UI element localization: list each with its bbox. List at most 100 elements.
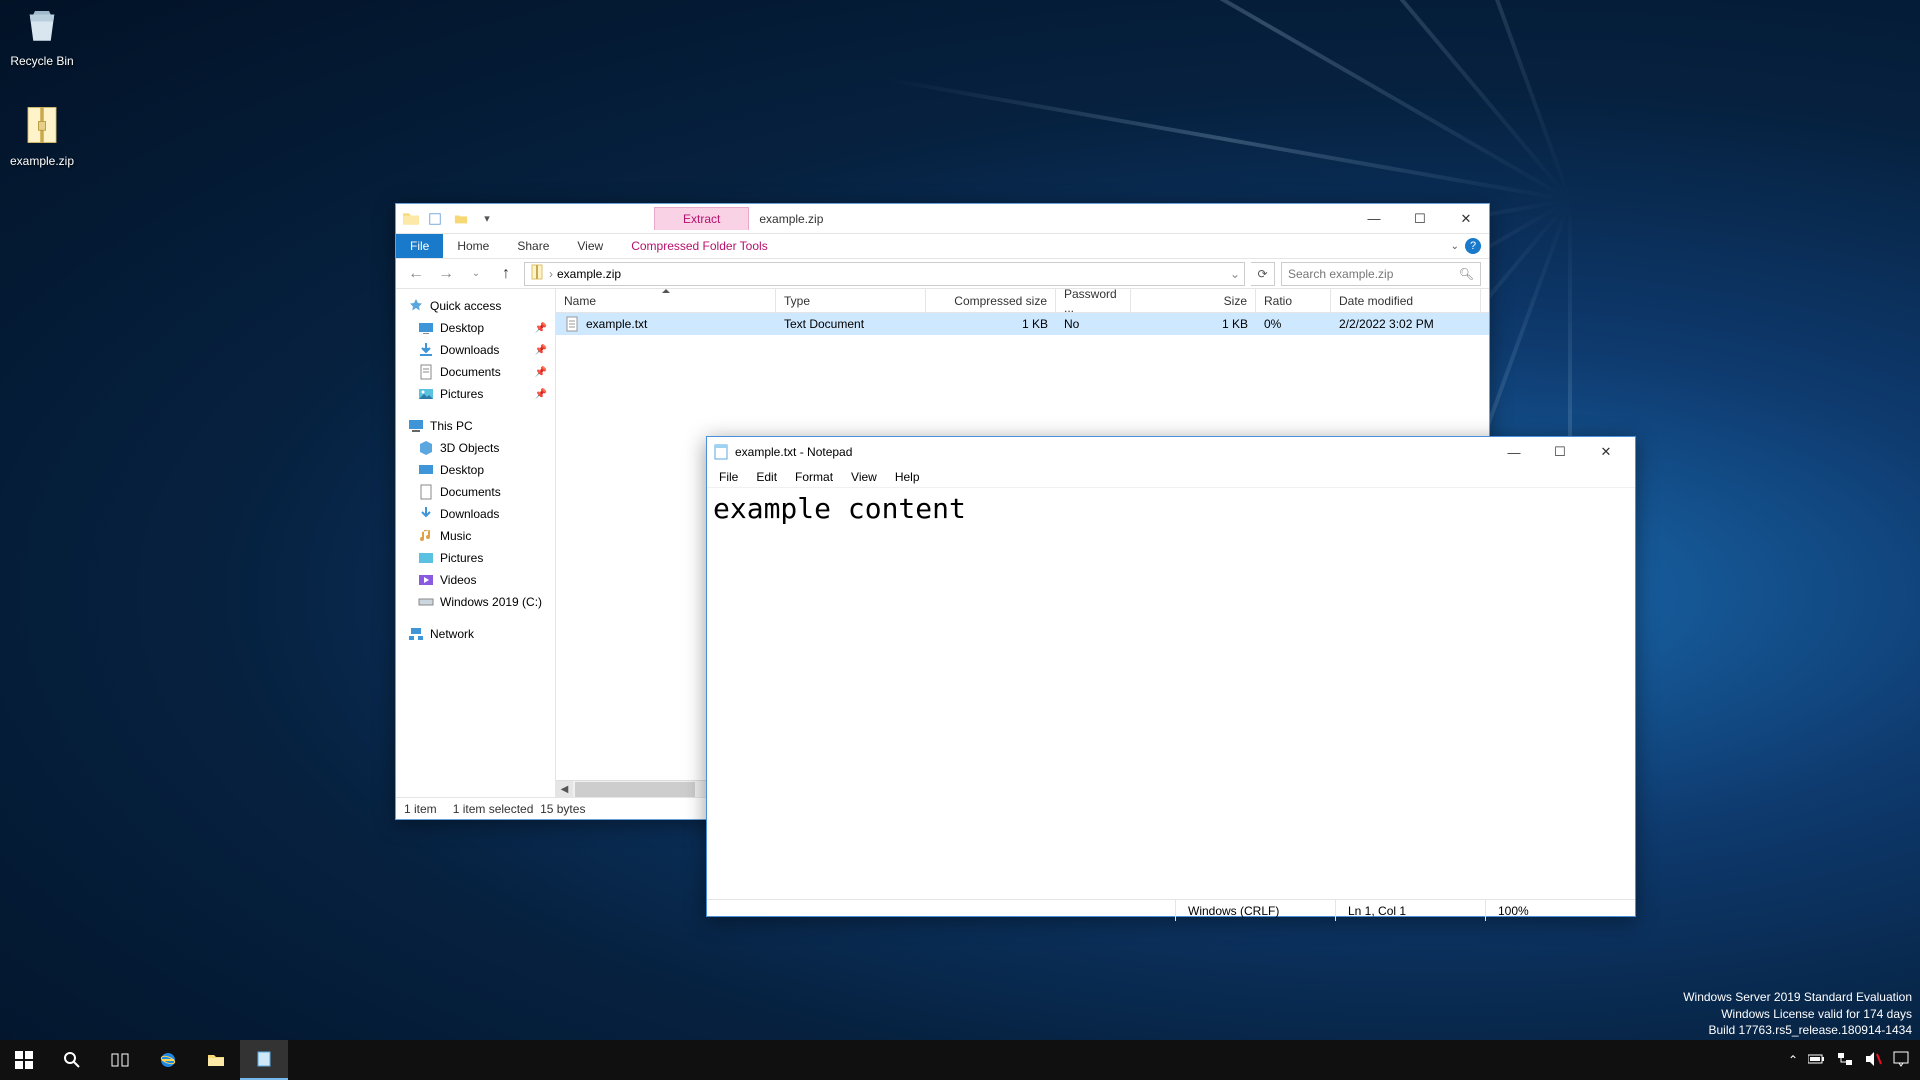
tray-battery-icon[interactable] — [1808, 1050, 1826, 1071]
ribbon-expand-button[interactable]: ⌄ — [1451, 241, 1459, 252]
nav-music[interactable]: Music — [396, 525, 555, 547]
nav-quick-access[interactable]: Quick access — [396, 295, 555, 317]
nav-desktop[interactable]: Desktop📌 — [396, 317, 555, 339]
nav-pictures-pc[interactable]: Pictures — [396, 547, 555, 569]
drive-icon — [418, 594, 434, 610]
ribbon-tab-view[interactable]: View — [563, 234, 617, 258]
music-icon — [418, 528, 434, 544]
qat-new-folder-button[interactable] — [450, 208, 472, 230]
column-header-ratio[interactable]: Ratio — [1256, 289, 1331, 312]
minimize-button[interactable]: ― — [1491, 437, 1537, 467]
help-icon[interactable]: ? — [1465, 238, 1481, 254]
ribbon-tab-compressed-tools[interactable]: Compressed Folder Tools — [617, 234, 782, 258]
menu-help[interactable]: Help — [887, 468, 928, 486]
search-input[interactable]: Search example.zip 🔍︎ — [1281, 262, 1481, 286]
nav-documents[interactable]: Documents📌 — [396, 361, 555, 383]
close-button[interactable]: ✕ — [1443, 204, 1489, 234]
nav-videos[interactable]: Videos — [396, 569, 555, 591]
search-button[interactable] — [48, 1040, 96, 1080]
file-row[interactable]: example.txt Text Document 1 KB No 1 KB 0… — [556, 313, 1489, 335]
tray-action-center-icon[interactable] — [1892, 1050, 1910, 1071]
nav-up-button[interactable]: ↑ — [494, 262, 518, 286]
menu-edit[interactable]: Edit — [748, 468, 785, 486]
window-title: example.zip — [759, 212, 823, 226]
nav-3d-objects[interactable]: 3D Objects — [396, 437, 555, 459]
nav-network[interactable]: Network — [396, 623, 555, 645]
column-header-name[interactable]: Name — [556, 289, 776, 312]
notepad-text-area[interactable] — [707, 488, 1635, 894]
ribbon-tab-share[interactable]: Share — [503, 234, 563, 258]
file-compressed-size: 1 KB — [926, 317, 1056, 331]
desktop-icon-example-zip[interactable]: example.zip — [4, 104, 80, 168]
qat-customize-button[interactable]: ▾ — [476, 208, 498, 230]
desktop-icon — [418, 462, 434, 478]
nav-forward-button[interactable]: → — [434, 262, 458, 286]
contextual-tab-extract[interactable]: Extract — [654, 207, 749, 230]
file-date: 2/2/2022 3:02 PM — [1331, 317, 1481, 331]
menu-format[interactable]: Format — [787, 468, 841, 486]
downloads-icon — [418, 506, 434, 522]
system-tray: ⌃ — [1778, 1050, 1920, 1071]
navigation-pane: Quick access Desktop📌 Downloads📌 Documen… — [396, 289, 556, 797]
start-button[interactable] — [0, 1040, 48, 1080]
status-bytes: 15 bytes — [540, 802, 585, 816]
minimize-button[interactable]: ― — [1351, 204, 1397, 234]
tray-network-icon[interactable] — [1836, 1050, 1854, 1071]
column-header-compressed-size[interactable]: Compressed size — [926, 289, 1056, 312]
maximize-button[interactable]: ☐ — [1537, 437, 1583, 467]
qat-properties-button[interactable] — [424, 208, 446, 230]
downloads-icon — [418, 342, 434, 358]
pin-icon: 📌 — [535, 345, 547, 356]
window-title: example.txt - Notepad — [735, 445, 852, 459]
nav-documents-pc[interactable]: Documents — [396, 481, 555, 503]
tray-chevron-icon[interactable]: ⌃ — [1788, 1053, 1798, 1067]
column-header-size[interactable]: Size — [1131, 289, 1256, 312]
scroll-left-button[interactable]: ◀ — [556, 781, 573, 798]
notepad-window: example.txt - Notepad ― ☐ ✕ File Edit Fo… — [706, 436, 1636, 917]
notepad-titlebar[interactable]: example.txt - Notepad ― ☐ ✕ — [707, 437, 1635, 467]
breadcrumb-dropdown[interactable]: ⌄ — [1230, 267, 1240, 281]
status-selected: 1 item selected — [453, 802, 534, 816]
nav-this-pc[interactable]: This PC — [396, 415, 555, 437]
nav-desktop-pc[interactable]: Desktop — [396, 459, 555, 481]
folder-icon — [402, 210, 420, 228]
zip-file-icon — [529, 264, 545, 283]
pin-icon: 📌 — [535, 367, 547, 378]
file-password: No — [1056, 317, 1131, 331]
taskbar-app-notepad[interactable] — [240, 1040, 288, 1080]
task-view-button[interactable] — [96, 1040, 144, 1080]
breadcrumb-bar[interactable]: › example.zip ⌄ — [524, 262, 1245, 286]
zip-file-icon — [18, 104, 66, 152]
maximize-button[interactable]: ☐ — [1397, 204, 1443, 234]
tray-volume-icon[interactable] — [1864, 1050, 1882, 1071]
notepad-statusbar: Windows (CRLF) Ln 1, Col 1 100% — [707, 899, 1635, 921]
nav-back-button[interactable]: ← — [404, 262, 428, 286]
nav-downloads[interactable]: Downloads📌 — [396, 339, 555, 361]
menu-view[interactable]: View — [843, 468, 885, 486]
ribbon-tab-file[interactable]: File — [396, 234, 443, 258]
taskbar-app-explorer[interactable] — [192, 1040, 240, 1080]
breadcrumb-item[interactable]: example.zip — [557, 267, 621, 281]
documents-icon — [418, 364, 434, 380]
column-header-type[interactable]: Type — [776, 289, 926, 312]
nav-downloads-pc[interactable]: Downloads — [396, 503, 555, 525]
status-cursor-position: Ln 1, Col 1 — [1335, 900, 1485, 921]
search-icon: 🔍︎ — [1459, 267, 1474, 281]
menu-file[interactable]: File — [711, 468, 746, 486]
desktop-icon-recycle-bin[interactable]: Recycle Bin — [4, 4, 80, 68]
taskbar-app-ie[interactable] — [144, 1040, 192, 1080]
search-placeholder: Search example.zip — [1288, 267, 1393, 281]
refresh-button[interactable]: ⟳ — [1251, 262, 1275, 286]
explorer-titlebar[interactable]: ▾ Extract example.zip ― ☐ ✕ — [396, 204, 1489, 234]
nav-pictures[interactable]: Pictures📌 — [396, 383, 555, 405]
recycle-bin-icon — [18, 4, 66, 52]
column-header-date[interactable]: Date modified — [1331, 289, 1481, 312]
scroll-thumb[interactable] — [575, 782, 695, 797]
nav-c-drive[interactable]: Windows 2019 (C:) — [396, 591, 555, 613]
ribbon-tab-home[interactable]: Home — [443, 234, 503, 258]
status-zoom: 100% — [1485, 900, 1635, 921]
nav-recent-button[interactable]: ⌄ — [464, 262, 488, 286]
videos-icon — [418, 572, 434, 588]
close-button[interactable]: ✕ — [1583, 437, 1629, 467]
column-header-password[interactable]: Password ... — [1056, 289, 1131, 312]
